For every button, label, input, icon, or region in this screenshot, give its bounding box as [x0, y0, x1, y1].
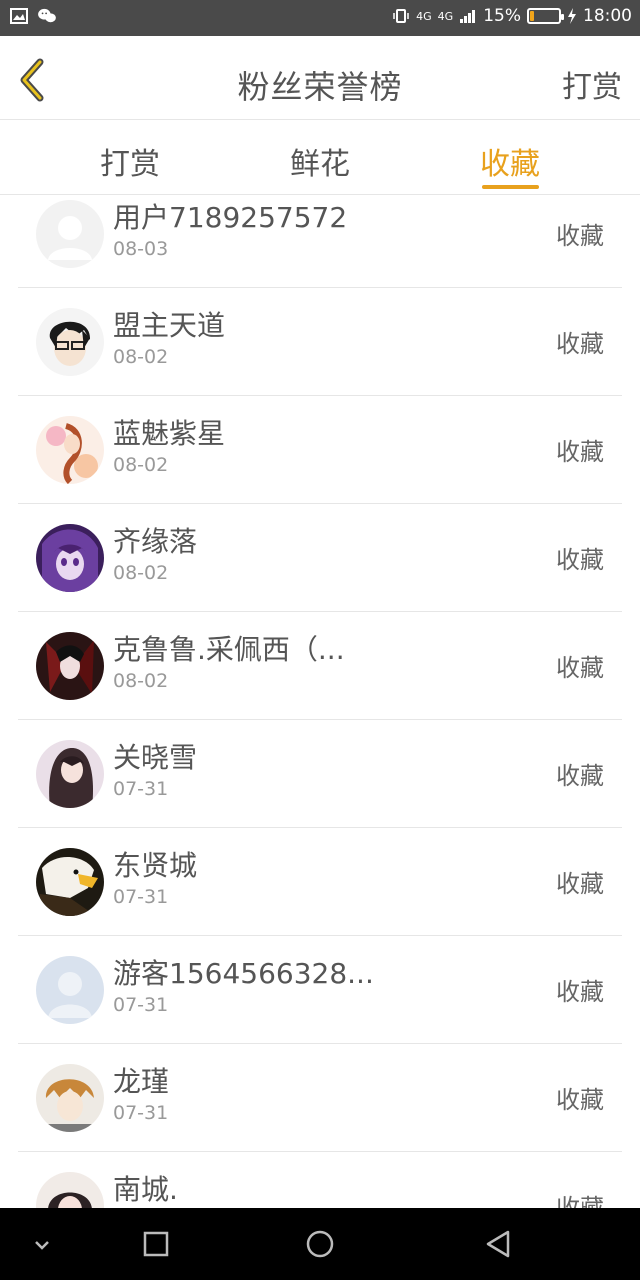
anime-boy-avatar-icon: [36, 308, 104, 376]
status-bar: 4G 4G 15% 18:00: [0, 0, 640, 36]
list-item[interactable]: 盟主天道 08-02 收藏: [18, 288, 622, 396]
user-name: 南城.: [113, 1173, 178, 1206]
avatar[interactable]: [36, 416, 104, 484]
avatar[interactable]: [36, 740, 104, 808]
eagle-avatar-icon: [36, 848, 104, 916]
action-label: 收藏: [556, 1086, 604, 1114]
user-name: 东贤城: [113, 849, 198, 882]
user-name: 克鲁鲁.采佩西（...: [113, 633, 345, 666]
charging-icon: [568, 8, 576, 24]
signal-icon: [460, 10, 476, 23]
system-nav-bar: [0, 1208, 640, 1280]
action-label: 收藏: [556, 762, 604, 790]
default-user-icon: [36, 200, 104, 268]
collapse-icon[interactable]: [26, 1228, 58, 1260]
action-label: 收藏: [556, 222, 604, 250]
recent-apps-icon[interactable]: [140, 1228, 172, 1260]
avatar[interactable]: [36, 956, 104, 1024]
status-left-icons: [10, 8, 58, 24]
date: 07-31: [113, 778, 169, 800]
page-title: 粉丝荣誉榜: [237, 68, 403, 106]
avatar[interactable]: [36, 632, 104, 700]
network-type-1: 4G: [416, 9, 432, 23]
date: 08-02: [113, 562, 169, 584]
action-label: 收藏: [556, 870, 604, 898]
list-item[interactable]: 蓝魅紫星 08-02 收藏: [18, 396, 622, 504]
avatar[interactable]: [36, 524, 104, 592]
user-name: 游客1564566328...: [113, 957, 374, 990]
vibrate-icon: [393, 9, 409, 23]
network-type-2: 4G: [437, 9, 454, 23]
avatar[interactable]: [36, 308, 104, 376]
anime-brown-hair-avatar-icon: [36, 1064, 104, 1132]
date: 08-02: [113, 346, 169, 368]
action-label: 收藏: [556, 438, 604, 466]
girl-photo-avatar-icon: [36, 740, 104, 808]
gallery-icon: [10, 8, 28, 24]
list-item[interactable]: 东贤城 07-31 收藏: [18, 828, 622, 936]
action-label: 收藏: [556, 978, 604, 1006]
user-name: 蓝魅紫星: [113, 417, 226, 450]
avatar[interactable]: [36, 1064, 104, 1132]
action-label: 收藏: [556, 546, 604, 574]
back-nav-icon[interactable]: [482, 1228, 514, 1260]
battery-level: [530, 11, 534, 21]
date: 08-02: [113, 454, 169, 476]
purple-anime-avatar-icon: [36, 524, 104, 592]
avatar[interactable]: [36, 848, 104, 916]
user-name: 用户7189257572: [113, 201, 348, 234]
fan-list[interactable]: 用户7189257572 08-03 收藏 盟主天道 08-02 收藏 蓝魅紫星…: [0, 196, 640, 1208]
list-item[interactable]: 关晓雪 07-31 收藏: [18, 720, 622, 828]
girl-avatar-icon: [36, 1172, 104, 1208]
action-label: 收藏: [556, 330, 604, 358]
avatar[interactable]: [36, 200, 104, 268]
list-item[interactable]: 用户7189257572 08-03 收藏: [18, 196, 622, 288]
date: 08-02: [113, 670, 169, 692]
user-name: 齐缘落: [113, 525, 198, 558]
tab-flowers[interactable]: 鲜花: [260, 139, 380, 183]
user-name: 盟主天道: [113, 309, 226, 342]
app-header: 粉丝荣誉榜 打赏: [0, 36, 640, 120]
anime-girl-avatar-icon: [36, 416, 104, 484]
dark-anime-avatar-icon: [36, 632, 104, 700]
action-label: 收藏: [556, 654, 604, 682]
list-item[interactable]: 龙瑾 07-31 收藏: [18, 1044, 622, 1152]
home-icon[interactable]: [304, 1228, 336, 1260]
list-item[interactable]: 齐缘落 08-02 收藏: [18, 504, 622, 612]
wechat-icon: [38, 8, 56, 23]
tab-favorites[interactable]: 收藏: [450, 139, 570, 183]
default-guest-icon: [36, 956, 104, 1024]
user-name: 关晓雪: [113, 741, 198, 774]
reward-button[interactable]: 打赏: [562, 62, 622, 106]
battery-icon: [527, 8, 564, 24]
clock: 18:00: [583, 6, 632, 26]
tab-reward[interactable]: 打赏: [70, 139, 190, 183]
list-item[interactable]: 克鲁鲁.采佩西（... 08-02 收藏: [18, 612, 622, 720]
date: 07-31: [113, 994, 169, 1016]
status-right-icons: 4G 4G 15% 18:00: [392, 6, 632, 26]
list-item[interactable]: 游客1564566328... 07-31 收藏: [18, 936, 622, 1044]
active-tab-indicator: [482, 185, 539, 189]
date: 07-31: [113, 886, 169, 908]
action-label: 收藏: [556, 1194, 604, 1208]
date: 07-31: [113, 1102, 169, 1124]
avatar[interactable]: [36, 1172, 104, 1208]
tab-bar: 打赏 鲜花 收藏: [0, 121, 640, 195]
user-name: 龙瑾: [113, 1065, 170, 1098]
date: 08-03: [113, 238, 169, 260]
battery-percent: 15%: [483, 6, 521, 26]
list-item[interactable]: 南城. 收藏: [18, 1152, 622, 1208]
